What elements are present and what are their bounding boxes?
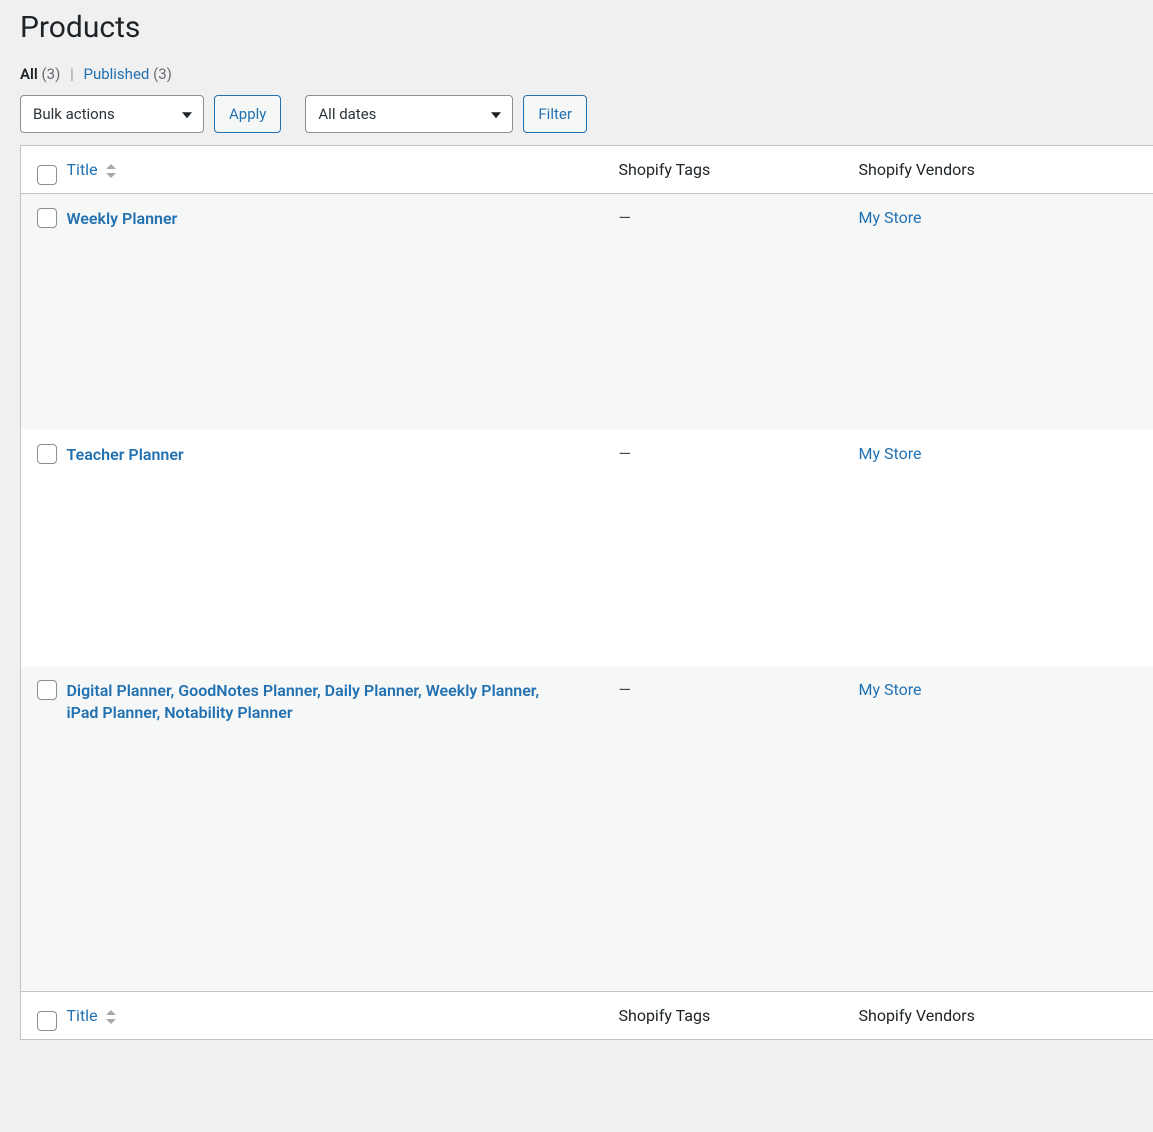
- tablenav-top: Bulk actions Apply All dates Filter: [20, 95, 1153, 133]
- product-title-link[interactable]: Weekly Planner: [67, 209, 178, 228]
- filter-separator: |: [70, 65, 74, 83]
- product-title-link[interactable]: Digital Planner, GoodNotes Planner, Dail…: [67, 681, 540, 722]
- page-title: Products: [20, 10, 1153, 45]
- column-footer-title[interactable]: Title: [67, 1006, 116, 1025]
- column-title-label: Title: [67, 1006, 98, 1025]
- row-checkbox[interactable]: [37, 444, 57, 464]
- product-vendor-link[interactable]: My Store: [859, 208, 922, 227]
- row-checkbox[interactable]: [37, 680, 57, 700]
- product-tags: —: [619, 444, 633, 463]
- product-vendor-link[interactable]: My Store: [859, 680, 922, 699]
- column-title-label: Title: [67, 160, 98, 179]
- column-footer-tags: Shopify Tags: [619, 992, 859, 1040]
- product-title-link[interactable]: Teacher Planner: [67, 445, 184, 464]
- filter-published-label: Published: [83, 65, 149, 83]
- sort-icon: [106, 164, 116, 178]
- product-tags: —: [619, 680, 633, 699]
- row-checkbox[interactable]: [37, 208, 57, 228]
- product-tags: —: [619, 208, 633, 227]
- view-filters: All (3) | Published (3): [20, 65, 1153, 83]
- column-header-title[interactable]: Title: [67, 160, 116, 179]
- filter-link-all[interactable]: All (3): [20, 65, 64, 83]
- table-row: Digital Planner, GoodNotes Planner, Dail…: [21, 666, 1153, 992]
- date-filter-select[interactable]: All dates: [305, 95, 513, 133]
- filter-button[interactable]: Filter: [523, 95, 587, 133]
- filter-link-published[interactable]: Published (3): [83, 65, 171, 83]
- column-footer-vendors: Shopify Vendors: [859, 992, 1153, 1040]
- column-header-vendors: Shopify Vendors: [859, 146, 1153, 194]
- bulk-actions-select[interactable]: Bulk actions: [20, 95, 204, 133]
- product-vendor-link[interactable]: My Store: [859, 444, 922, 463]
- select-all-checkbox-bottom[interactable]: [37, 1011, 57, 1031]
- column-header-tags: Shopify Tags: [619, 146, 859, 194]
- select-all-checkbox-top[interactable]: [37, 165, 57, 185]
- table-row: Teacher Planner — My Store: [21, 430, 1153, 666]
- table-row: Weekly Planner — My Store: [21, 194, 1153, 430]
- filter-all-label: All: [20, 65, 38, 83]
- apply-button[interactable]: Apply: [214, 95, 281, 133]
- filter-published-count: (3): [153, 65, 172, 83]
- products-table: Title Shopify Tags Shopify Vendors: [20, 145, 1153, 1040]
- sort-icon: [106, 1010, 116, 1024]
- filter-all-count: (3): [42, 65, 61, 83]
